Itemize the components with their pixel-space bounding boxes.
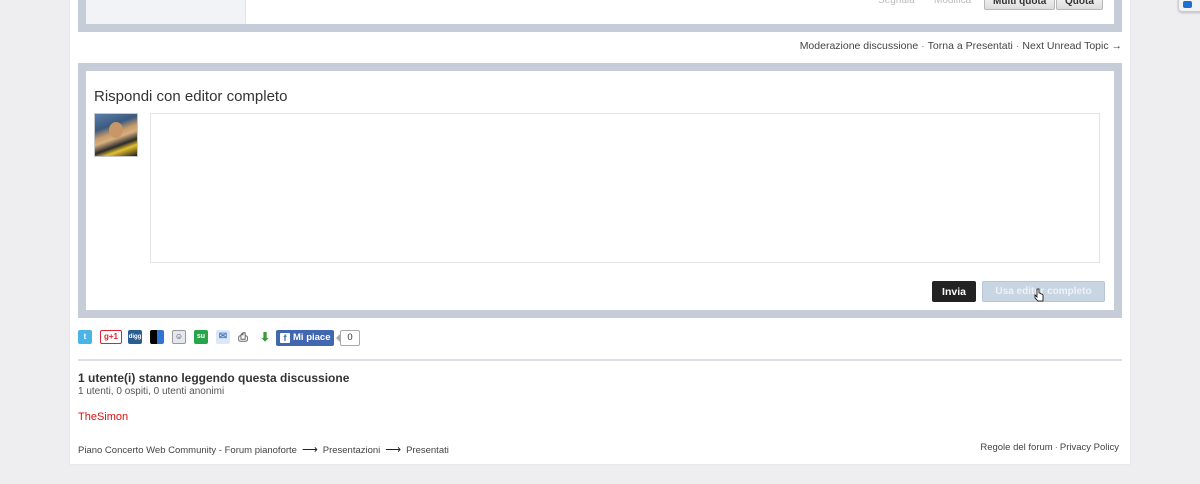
moderation-link[interactable]: Moderazione discussione (800, 40, 918, 52)
separator: · (1054, 442, 1058, 453)
avatar (94, 113, 138, 157)
quote-button[interactable]: Quota (1056, 0, 1103, 10)
google-plus-icon[interactable]: g+1 (100, 330, 122, 344)
page-content: Segnala Modifica Multi quota Quota Moder… (70, 0, 1130, 464)
facebook-icon: f (280, 333, 290, 343)
report-link[interactable]: Segnala (878, 0, 915, 8)
privacy-policy-link[interactable]: Privacy Policy (1060, 442, 1119, 453)
twitter-icon[interactable]: t (78, 330, 92, 344)
viewers-summary: 1 utenti, 0 ospiti, 0 utenti anonimi (78, 386, 225, 397)
reply-title: Rispondi con editor completo (94, 88, 288, 105)
separator: · (1015, 40, 1020, 52)
extension-dot (1183, 1, 1192, 8)
email-icon[interactable]: ✉ (216, 330, 230, 344)
breadcrumb: Piano Concerto Web Community - Forum pia… (78, 443, 449, 456)
delicious-icon[interactable] (150, 330, 164, 344)
breadcrumb-item-community[interactable]: Piano Concerto Web Community - Forum pia… (78, 445, 297, 456)
avatar-face (109, 122, 123, 138)
facebook-like-label: Mi piace (293, 332, 331, 343)
topic-navigation: Moderazione discussione · Torna a Presenta… (800, 40, 1122, 52)
stumbleupon-icon[interactable]: su (194, 330, 208, 344)
previous-post-body: Segnala Modifica Multi quota Quota (86, 0, 1114, 24)
breadcrumb-item-presentati[interactable]: Presentati (406, 445, 449, 456)
browser-extension-icon[interactable] (1178, 0, 1200, 12)
reddit-icon[interactable]: ☺ (172, 330, 186, 344)
breadcrumb-arrow-icon: ⟶ (301, 444, 318, 456)
previous-post: Segnala Modifica Multi quota Quota (78, 0, 1122, 32)
reply-box-inner: Rispondi con editor completo Invia Usa e… (86, 71, 1114, 310)
next-unread-topic-link[interactable]: Next Unread Topic → (1022, 40, 1122, 52)
viewer-user-link[interactable]: TheSimon (78, 411, 128, 423)
divider (78, 359, 1122, 361)
breadcrumb-item-presentazioni[interactable]: Presentazioni (323, 445, 381, 456)
download-icon[interactable]: ⬇ (258, 330, 272, 344)
print-icon[interactable]: ⎙ (236, 330, 250, 344)
edit-link[interactable]: Modifica (934, 0, 971, 8)
breadcrumb-arrow-icon: ⟶ (385, 444, 402, 456)
reply-editor[interactable] (150, 113, 1100, 263)
facebook-like-button[interactable]: f Mi piace (276, 330, 334, 346)
facebook-like-count: 0 (336, 330, 360, 346)
digg-icon[interactable]: digg (128, 330, 142, 344)
separator: · (921, 40, 925, 52)
reply-box: Rispondi con editor completo Invia Usa e… (78, 63, 1122, 318)
viewers-title: 1 utente(i) stanno leggendo questa discu… (78, 371, 350, 385)
mouse-cursor-icon (1034, 288, 1044, 302)
send-button[interactable]: Invia (932, 281, 976, 302)
multi-quote-button[interactable]: Multi quota (984, 0, 1056, 10)
forum-rules-link[interactable]: Regole del forum (980, 442, 1052, 453)
back-to-forum-link[interactable]: Torna a Presentati (928, 40, 1013, 52)
footer-links: Regole del forum · Privacy Policy (980, 442, 1119, 453)
previous-post-sidebar (86, 0, 246, 24)
